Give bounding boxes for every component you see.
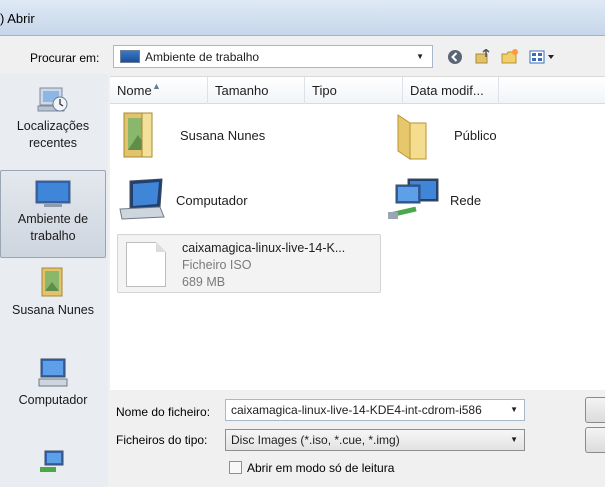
column-headers: ▲ Nome Tamanho Tipo Data modif... (110, 77, 605, 104)
window-title: ) Abrir (0, 11, 35, 26)
file-name: caixamagica-linux-live-14-K... (182, 241, 346, 255)
open-button-partial[interactable] (585, 397, 605, 423)
place-recent[interactable]: Localizações recentes (0, 82, 106, 162)
column-header-name[interactable]: ▲ Nome (110, 77, 208, 104)
new-folder-button[interactable] (500, 47, 520, 67)
back-icon (448, 50, 462, 64)
look-in-dropdown[interactable]: Ambiente de trabalho ▼ (113, 45, 433, 68)
file-list[interactable]: ▲ Nome Tamanho Tipo Data modif... Susana… (110, 76, 605, 390)
column-header-type[interactable]: Tipo (305, 77, 403, 104)
network-icon (388, 178, 439, 219)
readonly-checkbox[interactable] (229, 461, 242, 474)
list-item[interactable]: Público (390, 109, 497, 161)
readonly-label: Abrir em modo só de leitura (247, 461, 395, 475)
chevron-down-icon: ▼ (510, 405, 518, 414)
filename-value: caixamagica-linux-live-14-KDE4-int-cdrom… (231, 403, 482, 417)
desktop-icon (120, 50, 140, 63)
place-label: Localizações recentes (16, 119, 90, 150)
filetype-dropdown[interactable]: Disc Images (*.iso, *.cue, *.img) ▼ (225, 429, 525, 451)
user-folder-icon (123, 112, 153, 158)
title-bar: ) Abrir (0, 0, 605, 36)
filename-label: Nome do ficheiro: (116, 405, 211, 419)
filetype-label: Ficheiros do tipo: (116, 433, 208, 447)
file-tile-iso[interactable]: caixamagica-linux-live-14-K... Ficheiro … (117, 234, 381, 293)
item-label: Público (454, 127, 497, 143)
network-icon (40, 450, 64, 472)
look-in-value: Ambiente de trabalho (145, 49, 260, 64)
item-label: Computador (176, 192, 248, 208)
cancel-button-partial[interactable] (585, 427, 605, 453)
user-folder-icon (41, 267, 63, 297)
look-in-label: Procurar em: (30, 51, 100, 65)
list-item[interactable]: Computador (116, 175, 248, 225)
computer-icon (119, 178, 165, 220)
chevron-down-icon: ▼ (416, 52, 424, 61)
file-type: Ficheiro ISO (182, 258, 252, 272)
list-item[interactable]: Susana Nunes (118, 109, 265, 161)
filetype-value: Disc Images (*.iso, *.cue, *.img) (231, 433, 400, 447)
item-label: Susana Nunes (180, 127, 266, 143)
sort-ascending-icon: ▲ (152, 81, 161, 91)
folder-icon (397, 114, 427, 160)
list-item[interactable]: Rede (386, 175, 481, 225)
new-folder-icon (501, 49, 518, 64)
up-folder-button[interactable] (472, 47, 492, 67)
file-icon (126, 242, 166, 287)
place-user[interactable]: Susana Nunes (0, 264, 106, 344)
column-header-date[interactable]: Data modif... (403, 77, 499, 104)
recent-places-icon (37, 87, 68, 112)
file-size: 689 MB (182, 275, 226, 289)
up-folder-icon (475, 49, 490, 64)
computer-icon (38, 358, 68, 387)
place-label: Computador (18, 393, 88, 407)
item-label: Rede (450, 192, 482, 208)
back-button[interactable] (445, 47, 465, 67)
views-icon (529, 50, 554, 64)
place-network-partial[interactable] (0, 448, 106, 487)
place-label: Ambiente de trabalho (17, 212, 89, 243)
place-label: Susana Nunes (11, 303, 94, 317)
desktop-icon (35, 180, 71, 207)
chevron-down-icon: ▼ (510, 435, 518, 444)
place-desktop[interactable]: Ambiente de trabalho (0, 170, 106, 258)
views-button[interactable] (528, 47, 558, 67)
places-bar: Localizações recentes Ambiente de trabal… (0, 74, 108, 487)
column-header-size[interactable]: Tamanho (208, 77, 305, 104)
place-computer[interactable]: Computador (0, 356, 106, 426)
filename-input[interactable]: caixamagica-linux-live-14-KDE4-int-cdrom… (225, 399, 525, 421)
